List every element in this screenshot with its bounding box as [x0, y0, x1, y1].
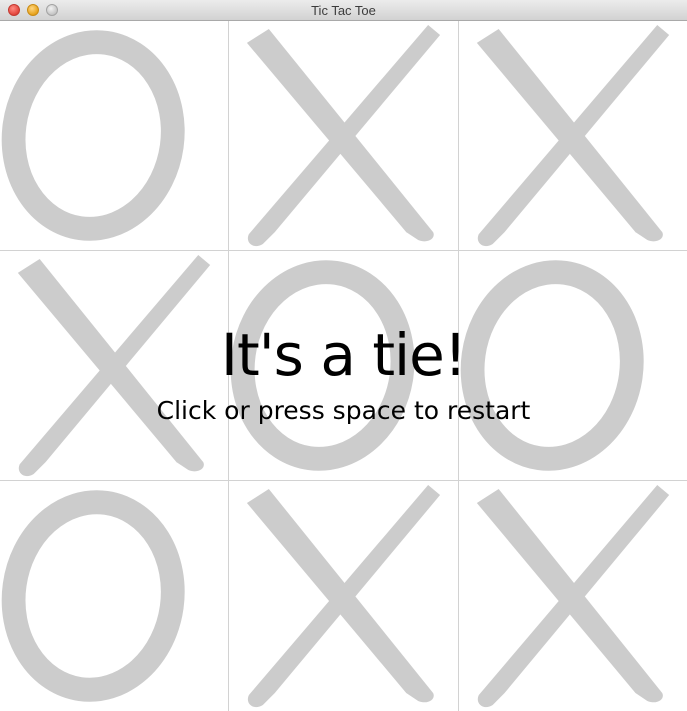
o-mark-icon	[230, 260, 415, 471]
x-mark-icon	[476, 485, 670, 708]
board-cell-5[interactable]	[229, 251, 459, 481]
board-cell-6[interactable]	[459, 251, 687, 481]
window-title: Tic Tac Toe	[311, 3, 376, 18]
x-mark-icon	[246, 485, 441, 708]
x-mark-icon	[17, 254, 211, 477]
o-mark-icon	[1, 30, 185, 241]
board-cell-4[interactable]	[0, 251, 229, 481]
board-cell-1[interactable]	[0, 21, 229, 251]
board-cell-3[interactable]	[459, 21, 687, 251]
game-board[interactable]	[0, 21, 687, 711]
x-mark-icon	[246, 24, 441, 247]
o-mark-icon	[460, 260, 644, 471]
o-mark-icon	[1, 490, 185, 702]
board-cell-9[interactable]	[459, 481, 687, 711]
title-bar[interactable]: Tic Tac Toe	[0, 0, 687, 21]
board-cell-8[interactable]	[229, 481, 459, 711]
board-cell-7[interactable]	[0, 481, 229, 711]
board-cell-2[interactable]	[229, 21, 459, 251]
x-mark-icon	[476, 24, 670, 247]
